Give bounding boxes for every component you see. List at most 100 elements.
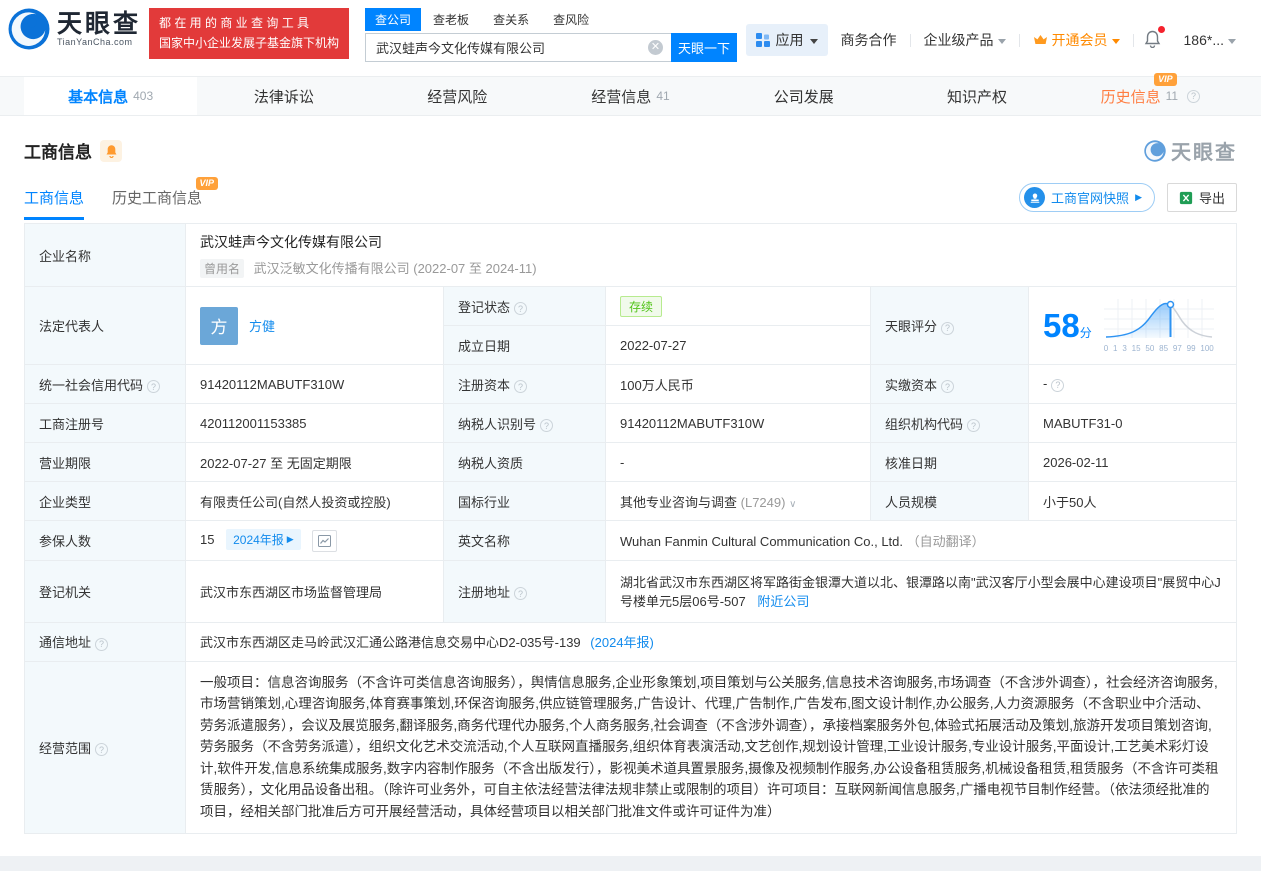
tab-count: 41 <box>656 89 669 103</box>
subscribe-bell-button[interactable] <box>100 140 122 162</box>
chevron-down-icon <box>998 39 1006 44</box>
bell-icon <box>1144 30 1161 48</box>
tab-label: 法律诉讼 <box>254 86 314 107</box>
page-bottom-gap <box>0 856 1261 871</box>
tab-label: 基本信息 <box>68 86 128 107</box>
apps-menu-button[interactable]: 应用 <box>746 24 828 56</box>
watermark-text: 天眼查 <box>1171 136 1237 165</box>
tianyan-score[interactable]: 58分 <box>1043 299 1222 353</box>
search-input[interactable] <box>365 33 671 62</box>
reg-capital-value: 100万人民币 <box>606 365 871 404</box>
tab-label: 历史信息 <box>1101 89 1161 106</box>
account-menu[interactable]: 186*... <box>1171 32 1249 48</box>
vip-badge: VIP <box>1154 73 1177 86</box>
search-button[interactable]: 天眼一下 <box>671 33 737 62</box>
search-tab-company[interactable]: 查公司 <box>365 8 421 31</box>
tab-history-info[interactable]: 历史信息 VIP 11 ? <box>1064 77 1237 115</box>
enterprise-label: 企业级产品 <box>924 30 994 50</box>
taxpayer-id-value: 91420112MABUTF310W <box>606 404 871 443</box>
industry-value[interactable]: 其他专业咨询与调查 (L7249) ∨ <box>606 482 871 521</box>
reg-status-label: 登记状态? <box>444 287 606 326</box>
tab-basic-info[interactable]: 基本信息 403 <box>24 77 197 115</box>
nav-enterprise-products[interactable]: 企业级产品 <box>911 30 1019 50</box>
paid-capital-value: -? <box>1029 365 1237 404</box>
industry-name: 其他专业咨询与调查 <box>620 495 737 510</box>
help-icon[interactable]: ? <box>540 419 553 432</box>
tianyancha-logo[interactable]: 天眼查 TianYanCha.com <box>8 8 141 50</box>
search-tab-risk[interactable]: 查风险 <box>541 8 601 31</box>
former-name-value: 武汉泛敏文化传播有限公司 (2022-07 至 2024-11) <box>254 261 537 276</box>
promo-banner: 都 在 用 的 商 业 查 询 工 具 国家中小企业发展子基金旗下机构 <box>149 8 349 59</box>
help-icon[interactable]: ? <box>514 302 527 315</box>
help-icon[interactable]: ? <box>514 587 527 600</box>
subtab-history-business-info[interactable]: 历史工商信息 VIP <box>112 187 202 220</box>
nearby-companies-link[interactable]: 附近公司 <box>757 594 809 609</box>
tab-intellectual-property[interactable]: 知识产权 <box>890 77 1063 115</box>
bell-icon <box>105 144 118 158</box>
table-row: 营业期限 2022-07-27 至 无固定期限 纳税人资质 - 核准日期 202… <box>25 443 1237 482</box>
business-info-section: 工商信息 天眼查 工商信息 历史工商信息 VIP <box>0 116 1261 834</box>
help-icon[interactable]: ? <box>967 419 980 432</box>
reg-address-text: 湖北省武汉市东西湖区将军路街金银潭大道以北、银潭路以南"武汉客厅小型会展中心建设… <box>620 575 1221 609</box>
legal-rep-label: 法定代表人 <box>25 287 186 365</box>
credit-code-value: 91420112MABUTF310W <box>186 365 444 404</box>
tianyancha-logo-icon <box>8 8 50 50</box>
org-code-label: 组织机构代码? <box>871 404 1029 443</box>
reg-capital-label: 注册资本? <box>444 365 606 404</box>
legal-rep-link[interactable]: 方健 <box>249 316 275 335</box>
tab-operation-risk[interactable]: 经营风险 <box>371 77 544 115</box>
help-icon[interactable]: ? <box>941 322 954 335</box>
clear-search-icon[interactable]: ✕ <box>648 40 663 55</box>
nav-open-vip[interactable]: 开通会员 <box>1020 30 1133 50</box>
help-icon[interactable]: ? <box>147 380 160 393</box>
paid-capital-label: 实缴资本? <box>871 365 1029 404</box>
annual-report-note-link[interactable]: (2024年报) <box>590 635 654 650</box>
crown-icon <box>1033 34 1048 46</box>
arrow-right-icon: ▶ <box>1135 192 1142 203</box>
taxpayer-quality-label: 纳税人资质 <box>444 443 606 482</box>
promo-line2: 国家中小企业发展子基金旗下机构 <box>159 33 339 53</box>
vip-label: 开通会员 <box>1052 30 1108 50</box>
help-icon[interactable]: ? <box>1187 90 1200 103</box>
trend-chart-button[interactable] <box>312 530 337 552</box>
chevron-down-icon[interactable]: ∨ <box>789 499 796 510</box>
help-icon[interactable]: ? <box>941 380 954 393</box>
taxpayer-id-label: 纳税人识别号? <box>444 404 606 443</box>
score-unit: 分 <box>1080 326 1092 340</box>
chevron-down-icon <box>1112 39 1120 44</box>
search-area: 查公司 查老板 查关系 查风险 ✕ 天眼一下 <box>365 8 737 62</box>
subtab-business-info[interactable]: 工商信息 <box>24 187 84 220</box>
approval-date-label: 核准日期 <box>871 443 1029 482</box>
section-title: 工商信息 <box>24 138 92 163</box>
tab-operation-info[interactable]: 经营信息 41 <box>544 77 717 115</box>
official-snapshot-button[interactable]: 工商官网快照 ▶ <box>1019 183 1155 212</box>
logo-domain: TianYanCha.com <box>57 37 141 47</box>
insured-number: 15 <box>200 532 214 547</box>
nav-business-cooperation[interactable]: 商务合作 <box>828 30 910 50</box>
auto-translate-note: （自动翻译） <box>907 534 985 549</box>
help-icon[interactable]: ? <box>514 380 527 393</box>
help-icon[interactable]: ? <box>95 743 108 756</box>
reg-address-value: 湖北省武汉市东西湖区将军路街金银潭大道以北、银潭路以南"武汉客厅小型会展中心建设… <box>606 560 1237 622</box>
business-scope-text: 一般项目：信息咨询服务（不含许可类信息咨询服务），舆情信息服务,企业形象策划,项… <box>200 672 1222 823</box>
business-scope-label: 经营范围? <box>25 661 186 833</box>
company-type-value: 有限责任公司(自然人投资或控股) <box>186 482 444 521</box>
tab-count: 403 <box>133 89 153 103</box>
help-icon[interactable]: ? <box>95 638 108 651</box>
company-name-label: 企业名称 <box>25 224 186 287</box>
notifications-button[interactable] <box>1134 30 1171 51</box>
table-row: 企业类型 有限责任公司(自然人投资或控股) 国标行业 其他专业咨询与调查 (L7… <box>25 482 1237 521</box>
org-code-value: MABUTF31-0 <box>1029 404 1237 443</box>
logo-title: 天眼查 <box>57 11 141 37</box>
insured-count-label: 参保人数 <box>25 521 186 561</box>
avatar[interactable]: 方 <box>200 307 238 345</box>
help-icon[interactable]: ? <box>1051 379 1064 392</box>
tab-legal-litigation[interactable]: 法律诉讼 <box>197 77 370 115</box>
export-button[interactable]: 导出 <box>1167 183 1237 212</box>
tab-company-development[interactable]: 公司发展 <box>717 77 890 115</box>
search-tab-relation[interactable]: 查关系 <box>481 8 541 31</box>
search-tab-boss[interactable]: 查老板 <box>421 8 481 31</box>
arrow-right-icon: ▶ <box>287 534 294 545</box>
tianyancha-logo-icon <box>1144 140 1166 162</box>
annual-report-link[interactable]: 2024年报▶ <box>226 529 301 550</box>
